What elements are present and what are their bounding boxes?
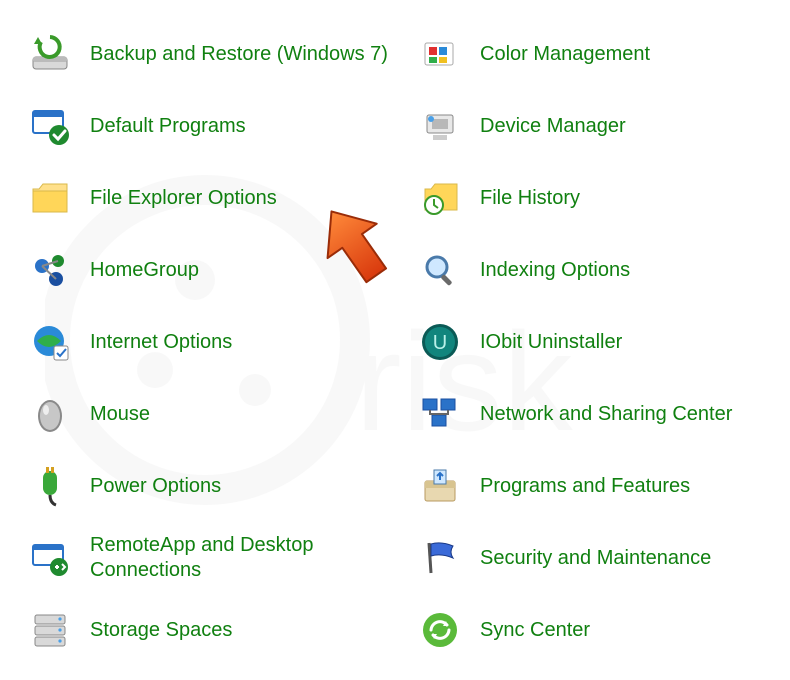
control-panel-item-label: File Explorer Options — [90, 186, 277, 211]
control-panel-item-homegroup[interactable]: HomeGroup — [28, 234, 388, 306]
control-panel-item-remoteapp[interactable]: RemoteApp and Desktop Connections — [28, 522, 388, 594]
control-panel-item-label: Storage Spaces — [90, 618, 232, 643]
control-panel-item-iobit-uninstaller[interactable]: U IObit Uninstaller — [418, 306, 778, 378]
sync-center-icon — [418, 608, 462, 652]
internet-options-icon — [28, 320, 72, 364]
control-panel-item-default-programs[interactable]: Default Programs — [28, 90, 388, 162]
control-panel-item-label: Programs and Features — [480, 474, 690, 499]
control-panel-grid: Backup and Restore (Windows 7) Default P… — [28, 18, 780, 666]
backup-restore-icon — [28, 32, 72, 76]
control-panel-item-label: RemoteApp and Desktop Connections — [90, 533, 388, 583]
control-panel-item-device-manager[interactable]: Device Manager — [418, 90, 778, 162]
control-panel-item-label: Default Programs — [90, 114, 246, 139]
file-history-icon — [418, 176, 462, 220]
control-panel-item-label: Indexing Options — [480, 258, 630, 283]
control-panel-item-storage-spaces[interactable]: Storage Spaces — [28, 594, 388, 666]
control-panel-item-label: Network and Sharing Center — [480, 402, 732, 427]
remoteapp-icon — [28, 536, 72, 580]
control-panel-item-label: Internet Options — [90, 330, 232, 355]
control-panel-item-label: Sync Center — [480, 618, 590, 643]
control-panel-item-mouse[interactable]: Mouse — [28, 378, 388, 450]
svg-text:U: U — [433, 332, 447, 354]
device-manager-icon — [418, 104, 462, 148]
control-panel-item-label: Power Options — [90, 474, 221, 499]
control-panel-item-label: Security and Maintenance — [480, 546, 711, 571]
color-management-icon — [418, 32, 462, 76]
control-panel-item-label: Mouse — [90, 402, 150, 427]
control-panel-item-label: IObit Uninstaller — [480, 330, 622, 355]
control-panel-item-color-management[interactable]: Color Management — [418, 18, 778, 90]
control-panel-item-sync-center[interactable]: Sync Center — [418, 594, 778, 666]
security-flag-icon — [418, 536, 462, 580]
control-panel-item-network-sharing[interactable]: Network and Sharing Center — [418, 378, 778, 450]
control-panel-item-indexing-options[interactable]: Indexing Options — [418, 234, 778, 306]
mouse-icon — [28, 392, 72, 436]
control-panel-item-internet-options[interactable]: Internet Options — [28, 306, 388, 378]
iobit-icon: U — [418, 320, 462, 364]
indexing-icon — [418, 248, 462, 292]
power-options-icon — [28, 464, 72, 508]
default-programs-icon — [28, 104, 72, 148]
programs-features-icon — [418, 464, 462, 508]
network-sharing-icon — [418, 392, 462, 436]
control-panel-item-backup-restore[interactable]: Backup and Restore (Windows 7) — [28, 18, 388, 90]
homegroup-icon — [28, 248, 72, 292]
control-panel-item-label: Backup and Restore (Windows 7) — [90, 42, 388, 67]
control-panel-item-security-maintenance[interactable]: Security and Maintenance — [418, 522, 778, 594]
control-panel-item-label: Device Manager — [480, 114, 626, 139]
control-panel-item-power-options[interactable]: Power Options — [28, 450, 388, 522]
control-panel-item-label: HomeGroup — [90, 258, 199, 283]
control-panel-item-programs-features[interactable]: Programs and Features — [418, 450, 778, 522]
control-panel-item-file-history[interactable]: File History — [418, 162, 778, 234]
storage-icon — [28, 608, 72, 652]
folder-icon — [28, 176, 72, 220]
control-panel-item-label: Color Management — [480, 42, 650, 67]
control-panel-item-label: File History — [480, 186, 580, 211]
control-panel-item-file-explorer-options[interactable]: File Explorer Options — [28, 162, 388, 234]
